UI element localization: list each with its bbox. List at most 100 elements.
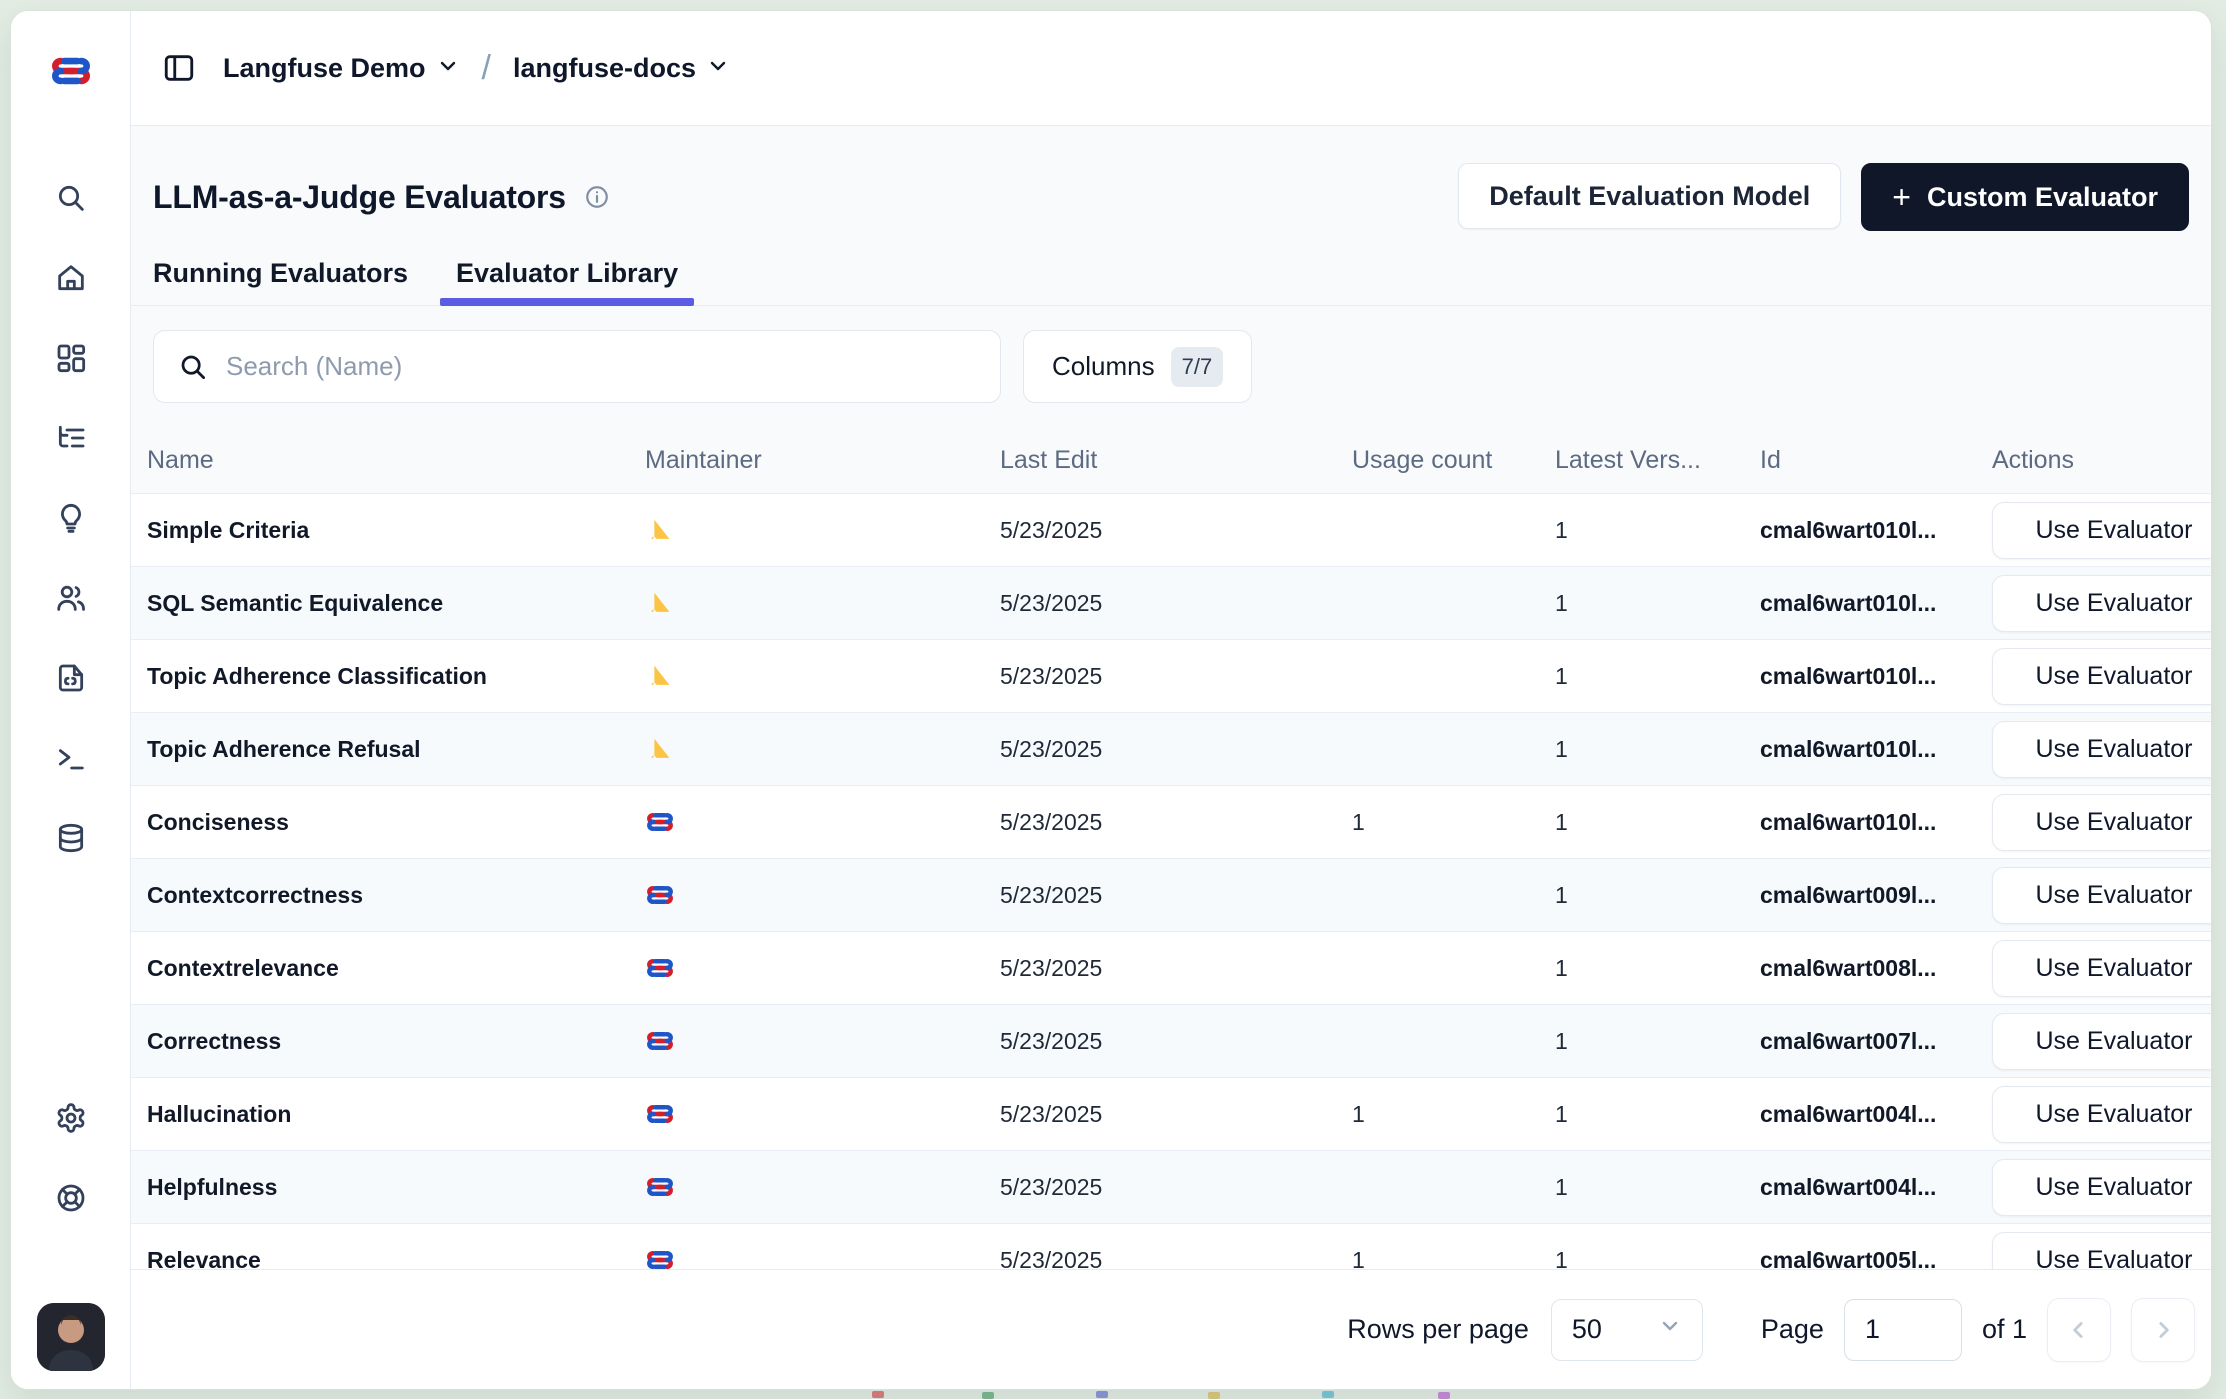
evaluator-name: SQL Semantic Equivalence [131,590,629,617]
use-evaluator-button[interactable]: Use Evaluator [1992,648,2211,705]
evaluator-name: Correctness [131,1028,629,1055]
evaluator-id: cmal6wart007l... [1744,1028,1976,1055]
latest-version: 1 [1539,1028,1744,1055]
pagination-footer: Rows per page 50 Page of 1 [131,1269,2211,1389]
table-row[interactable]: Topic Adherence Refusal 5/23/2025 1 cmal… [131,712,2211,785]
search-icon [178,352,208,382]
table-row[interactable]: Simple Criteria 5/23/2025 1 cmal6wart010… [131,493,2211,566]
search-input[interactable] [226,351,976,382]
table-row[interactable]: Topic Adherence Classification 5/23/2025… [131,639,2211,712]
use-evaluator-button[interactable]: Use Evaluator [1992,1013,2211,1070]
use-evaluator-button[interactable]: Use Evaluator [1992,502,2211,559]
table-row[interactable]: Correctness 5/23/2025 1 cmal6wart007l...… [131,1004,2211,1077]
last-edit-date: 5/23/2025 [984,1174,1336,1201]
custom-evaluator-label: Custom Evaluator [1927,182,2158,213]
table-row[interactable]: Conciseness 5/23/2025 1 1 cmal6wart010l.… [131,785,2211,858]
default-evaluation-model-button[interactable]: Default Evaluation Model [1458,163,1841,229]
table-row[interactable]: Contextrelevance 5/23/2025 1 cmal6wart00… [131,931,2211,1004]
column-header-actions: Actions [1976,446,2211,475]
use-evaluator-button[interactable]: Use Evaluator [1992,1086,2211,1143]
rows-per-page-select[interactable]: 50 [1551,1299,1703,1361]
page-content: LLM-as-a-Judge Evaluators Default Evalua… [131,126,2211,1389]
settings-icon[interactable] [54,1101,88,1135]
table-row[interactable]: Relevance 5/23/2025 1 1 cmal6wart005l...… [131,1223,2211,1269]
database-icon[interactable] [54,821,88,855]
next-page-button[interactable] [2131,1298,2195,1362]
langfuse-icon [645,1026,675,1056]
page-label: Page [1761,1314,1824,1345]
page-number-input[interactable] [1844,1299,1962,1361]
table-row[interactable]: Helpfulness 5/23/2025 1 cmal6wart004l...… [131,1150,2211,1223]
plus-icon: + [1892,181,1911,213]
evaluator-name: Simple Criteria [131,517,629,544]
evaluator-id: cmal6wart004l... [1744,1174,1976,1201]
chevron-right-icon [2150,1317,2176,1343]
breadcrumb-separator: / [482,49,491,88]
use-evaluator-button[interactable]: Use Evaluator [1992,1159,2211,1216]
column-header-id: Id [1744,446,1976,475]
latest-version: 1 [1539,1174,1744,1201]
evaluator-name: Contextcorrectness [131,882,629,909]
use-evaluator-button[interactable]: Use Evaluator [1992,721,2211,778]
evaluators-table: Name Maintainer Last Edit Usage count La… [131,427,2211,1269]
evaluator-name: Helpfulness [131,1174,629,1201]
code-file-icon[interactable] [54,661,88,695]
custom-evaluator-button[interactable]: + Custom Evaluator [1861,163,2189,231]
user-avatar[interactable] [37,1303,105,1371]
latest-version: 1 [1539,955,1744,982]
ragas-icon [645,734,675,764]
info-icon[interactable] [584,184,610,210]
usage-count: 1 [1336,1247,1539,1270]
last-edit-date: 5/23/2025 [984,882,1336,909]
evaluator-id: cmal6wart010l... [1744,663,1976,690]
search-icon[interactable] [54,181,88,215]
last-edit-date: 5/23/2025 [984,1028,1336,1055]
column-header-usage-count: Usage count [1336,446,1539,475]
evaluator-id: cmal6wart010l... [1744,809,1976,836]
use-evaluator-button[interactable]: Use Evaluator [1992,575,2211,632]
tab-running-evaluators[interactable]: Running Evaluators [153,258,408,305]
langfuse-icon [645,1099,675,1129]
use-evaluator-button[interactable]: Use Evaluator [1992,940,2211,997]
latest-version: 1 [1539,809,1744,836]
tracing-icon[interactable] [54,421,88,455]
page-title: LLM-as-a-Judge Evaluators [153,179,566,216]
latest-version: 1 [1539,736,1744,763]
table-row[interactable]: Hallucination 5/23/2025 1 1 cmal6wart004… [131,1077,2211,1150]
column-header-name: Name [131,446,629,475]
rows-per-page-label: Rows per page [1347,1314,1529,1345]
terminal-icon[interactable] [54,741,88,775]
home-icon[interactable] [54,261,88,295]
evaluator-id: cmal6wart010l... [1744,590,1976,617]
evaluator-name: Contextrelevance [131,955,629,982]
columns-button[interactable]: Columns 7/7 [1023,330,1252,403]
chevron-down-icon [1658,1314,1682,1345]
sidebar-toggle-icon[interactable] [159,48,199,88]
latest-version: 1 [1539,590,1744,617]
chevron-down-icon [706,54,730,83]
evaluator-name: Hallucination [131,1101,629,1128]
use-evaluator-button[interactable]: Use Evaluator [1992,794,2211,851]
org-switcher[interactable]: Langfuse Demo [223,53,460,84]
maintainer-cell [629,953,984,983]
use-evaluator-button[interactable]: Use Evaluator [1992,867,2211,924]
maintainer-cell [629,661,984,691]
dashboard-icon[interactable] [54,341,88,375]
ragas-icon [645,515,675,545]
last-edit-date: 5/23/2025 [984,1247,1336,1270]
maintainer-cell [629,588,984,618]
users-icon[interactable] [54,581,88,615]
rows-per-page-value: 50 [1572,1314,1602,1345]
table-row[interactable]: Contextcorrectness 5/23/2025 1 cmal6wart… [131,858,2211,931]
tab-evaluator-library[interactable]: Evaluator Library [456,258,678,305]
previous-page-button[interactable] [2047,1298,2111,1362]
table-row[interactable]: SQL Semantic Equivalence 5/23/2025 1 cma… [131,566,2211,639]
lightbulb-icon[interactable] [54,501,88,535]
usage-count: 1 [1336,1101,1539,1128]
project-switcher[interactable]: langfuse-docs [513,53,730,84]
tab-bar: Running Evaluators Evaluator Library [131,258,2211,305]
app-window: Langfuse Demo / langfuse-docs LLM-as-a-J… [10,10,2212,1390]
support-icon[interactable] [54,1181,88,1215]
latest-version: 1 [1539,1247,1744,1270]
use-evaluator-button[interactable]: Use Evaluator [1992,1232,2211,1270]
